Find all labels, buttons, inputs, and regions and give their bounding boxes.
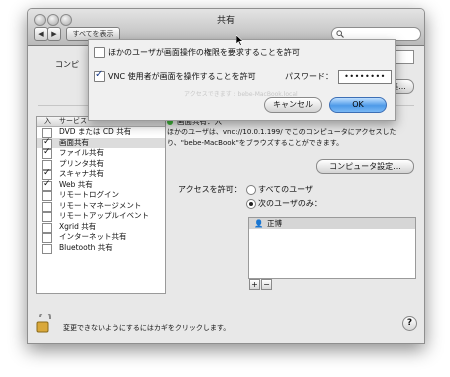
- ok-button[interactable]: OK: [329, 97, 387, 113]
- radio-all-users-label: すべてのユーザ: [258, 185, 313, 194]
- service-checkbox[interactable]: [42, 212, 52, 222]
- user-row[interactable]: 👤 正博: [249, 218, 415, 229]
- service-label: Web 共有: [59, 179, 93, 189]
- service-row[interactable]: プリンタ共有: [37, 159, 165, 170]
- service-label: リモートアップルイベント: [59, 211, 149, 220]
- access-label: アクセスを許可：: [178, 185, 242, 194]
- mouse-pointer-icon: [236, 35, 244, 46]
- service-row[interactable]: ファイル共有: [37, 147, 165, 159]
- sharing-description: ほかのユーザは、vnc://10.0.1.199/ でこのコンピュータにアクセス…: [167, 128, 397, 147]
- add-user-button[interactable]: +: [249, 279, 260, 290]
- help-button[interactable]: ?: [402, 316, 417, 331]
- request-permission-label: ほかのユーザが画面操作の権限を要求することを許可: [108, 48, 300, 57]
- password-field[interactable]: ••••••••: [338, 70, 392, 84]
- service-checkbox[interactable]: [42, 222, 52, 233]
- header-on[interactable]: 入: [44, 117, 51, 126]
- service-label: Bluetooth 共有: [59, 242, 113, 252]
- service-row[interactable]: Web 共有: [37, 179, 165, 191]
- service-label: リモートマネージメント: [59, 200, 142, 210]
- radio-only-users[interactable]: [246, 199, 256, 209]
- service-label: リモートログイン: [59, 190, 119, 199]
- service-row[interactable]: DVD または CD 共有: [37, 127, 165, 138]
- service-label: 画面共有: [59, 137, 89, 147]
- service-label: スキャナ共有: [59, 169, 104, 178]
- service-label: Xgrid 共有: [59, 221, 97, 231]
- search-icon: [336, 30, 344, 38]
- request-permission-checkbox[interactable]: [94, 47, 105, 58]
- vnc-control-checkbox[interactable]: [94, 69, 105, 82]
- user-name: 正博: [267, 219, 282, 228]
- service-checkbox[interactable]: [42, 147, 52, 159]
- lock-icon[interactable]: [36, 314, 56, 334]
- service-label: DVD または CD 共有: [59, 127, 132, 136]
- radio-only-users-label: 次のユーザのみ：: [258, 199, 322, 208]
- service-row[interactable]: インターネット共有: [37, 232, 165, 243]
- service-row[interactable]: リモートマネージメント: [37, 201, 165, 212]
- service-row[interactable]: 画面共有: [37, 137, 165, 149]
- service-list: 入 サービス DVD または CD 共有画面共有ファイル共有プリンタ共有スキャナ…: [36, 116, 166, 294]
- service-checkbox[interactable]: [42, 191, 52, 201]
- service-row[interactable]: Bluetooth 共有: [37, 243, 165, 254]
- service-checkbox[interactable]: [42, 233, 52, 243]
- radio-all-users[interactable]: [246, 185, 256, 195]
- service-row[interactable]: スキャナ共有: [37, 168, 165, 180]
- forward-arrow-icon: ▶: [51, 30, 57, 38]
- computer-settings-button[interactable]: コンピュータ設定...: [316, 159, 414, 174]
- password-label: パスワード：: [285, 72, 333, 81]
- service-row[interactable]: Xgrid 共有: [37, 222, 165, 233]
- cancel-button[interactable]: キャンセル: [264, 97, 322, 113]
- service-row[interactable]: リモートログイン: [37, 190, 165, 201]
- back-arrow-icon: ◀: [38, 30, 44, 38]
- service-label: プリンタ共有: [59, 158, 104, 168]
- remove-user-button[interactable]: −: [261, 279, 272, 290]
- service-checkbox[interactable]: [42, 243, 52, 254]
- header-service[interactable]: サービス: [59, 117, 87, 126]
- service-checkbox[interactable]: [42, 201, 52, 212]
- service-row[interactable]: リモートアップルイベント: [37, 211, 165, 222]
- window-title: 共有: [216, 16, 235, 26]
- vnc-control-label: VNC 使用者が画面を操作することを許可: [108, 72, 256, 81]
- service-label: ファイル共有: [59, 148, 104, 157]
- vnc-settings-sheet: ほかのユーザが画面操作の権限を要求することを許可 VNC 使用者が画面を操作する…: [88, 39, 396, 121]
- lock-message: 変更できないようにするにはカギをクリックします。: [63, 324, 231, 332]
- user-icon: 👤: [254, 219, 264, 228]
- forward-button[interactable]: ▶: [47, 27, 61, 41]
- user-list: 👤 正博: [248, 217, 416, 279]
- back-button[interactable]: ◀: [34, 27, 48, 41]
- preferences-window: 共有 ◀ ▶ すべてを表示 コンピ 編集... 入 サービス DVD または C…: [27, 8, 425, 344]
- service-checkbox[interactable]: [42, 179, 52, 191]
- service-label: インターネット共有: [59, 232, 127, 241]
- computer-name-label: コンピ: [55, 60, 79, 69]
